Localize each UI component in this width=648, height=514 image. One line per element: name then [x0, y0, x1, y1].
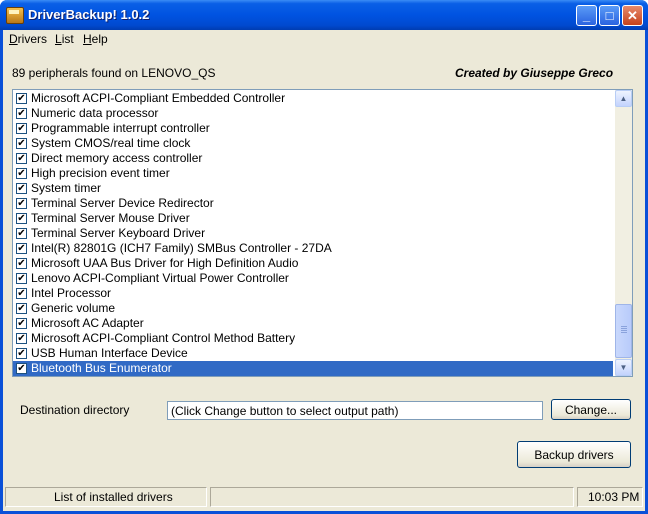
- driver-row[interactable]: ✔ Microsoft UAA Bus Driver for High Defin…: [13, 256, 613, 271]
- driver-row[interactable]: ✔ Numeric data processor: [13, 106, 613, 121]
- driver-label: Programmable interrupt controller: [31, 121, 210, 135]
- driver-row[interactable]: ✔ System timer: [13, 181, 613, 196]
- destination-path-input[interactable]: [167, 401, 543, 420]
- author-credit: Created by Giuseppe Greco: [455, 66, 614, 80]
- driver-row[interactable]: ✔ USB Human Interface Device: [13, 346, 613, 361]
- check-icon[interactable]: ✔: [16, 348, 27, 359]
- check-icon[interactable]: ✔: [16, 228, 27, 239]
- title-bar[interactable]: DriverBackup! 1.0.2 _ □ ✕: [0, 0, 648, 30]
- close-icon[interactable]: ✕: [622, 5, 643, 26]
- driver-label: Microsoft ACPI-Compliant Embedded Contro…: [31, 91, 286, 105]
- driver-row[interactable]: ✔ Terminal Server Mouse Driver: [13, 211, 613, 226]
- driver-row[interactable]: ✔ Direct memory access controller: [13, 151, 613, 166]
- driver-label: High precision event timer: [31, 166, 170, 180]
- driver-label: Microsoft ACPI-Compliant Control Method …: [31, 331, 296, 345]
- driver-label: Lenovo ACPI-Compliant Virtual Power Cont…: [31, 271, 289, 285]
- status-text: List of installed drivers: [5, 487, 207, 507]
- window-title: DriverBackup! 1.0.2: [28, 7, 150, 22]
- check-icon[interactable]: ✔: [16, 123, 27, 134]
- driver-row[interactable]: ✔ System CMOS/real time clock: [13, 136, 613, 151]
- driver-row[interactable]: ✔ Terminal Server Device Redirector: [13, 196, 613, 211]
- driver-row[interactable]: ✔ High precision event timer: [13, 166, 613, 181]
- driver-rows: ✔ Microsoft ACPI-Compliant Embedded Contr…: [13, 91, 613, 376]
- driver-label: Numeric data processor: [31, 106, 159, 120]
- scroll-thumb[interactable]: [615, 304, 632, 358]
- check-icon[interactable]: ✔: [16, 183, 27, 194]
- check-icon[interactable]: ✔: [16, 168, 27, 179]
- driver-label: Terminal Server Mouse Driver: [31, 211, 190, 225]
- driver-label: Terminal Server Device Redirector: [31, 196, 214, 210]
- check-icon[interactable]: ✔: [16, 213, 27, 224]
- driver-list[interactable]: ✔ Microsoft ACPI-Compliant Embedded Contr…: [12, 89, 633, 377]
- check-icon[interactable]: ✔: [16, 303, 27, 314]
- driver-label: Bluetooth Bus Enumerator: [31, 361, 172, 375]
- status-bar: List of installed drivers 10:03 PM: [3, 485, 645, 508]
- check-icon[interactable]: ✔: [16, 273, 27, 284]
- status-clock: 10:03 PM: [577, 487, 643, 507]
- menu-drivers[interactable]: Drivers: [9, 32, 47, 46]
- check-icon[interactable]: ✔: [16, 198, 27, 209]
- peripherals-found-text: 89 peripherals found on LENOVO_QS: [12, 66, 216, 80]
- check-icon[interactable]: ✔: [16, 243, 27, 254]
- driver-label: Intel Processor: [31, 286, 112, 300]
- driver-label: Terminal Server Keyboard Driver: [31, 226, 206, 240]
- scroll-up-icon[interactable]: ▲: [615, 90, 632, 107]
- driver-label: Microsoft UAA Bus Driver for High Defini…: [31, 256, 299, 270]
- menu-list[interactable]: List: [55, 32, 74, 46]
- backup-drivers-button[interactable]: Backup drivers: [517, 441, 631, 468]
- check-icon[interactable]: ✔: [16, 108, 27, 119]
- check-icon[interactable]: ✔: [16, 318, 27, 329]
- check-icon[interactable]: ✔: [16, 363, 27, 374]
- menu-help[interactable]: Help: [83, 32, 108, 46]
- check-icon[interactable]: ✔: [16, 138, 27, 149]
- driver-row[interactable]: ✔ Generic volume: [13, 301, 613, 316]
- driver-row[interactable]: ✔ Microsoft ACPI-Compliant Embedded Contr…: [13, 91, 613, 106]
- driver-label: Direct memory access controller: [31, 151, 203, 165]
- driver-row[interactable]: ✔ Programmable interrupt controller: [13, 121, 613, 136]
- scroll-down-icon[interactable]: ▼: [615, 359, 632, 376]
- minimize-icon[interactable]: _: [576, 5, 597, 26]
- menu-bar: Drivers List Help: [3, 30, 645, 48]
- driver-row[interactable]: ✔ Intel(R) 82801G (ICH7 Family) SMBus Con…: [13, 241, 613, 256]
- check-icon[interactable]: ✔: [16, 153, 27, 164]
- change-button[interactable]: Change...: [551, 399, 631, 420]
- maximize-icon[interactable]: □: [599, 5, 620, 26]
- check-icon[interactable]: ✔: [16, 288, 27, 299]
- app-icon[interactable]: [6, 7, 24, 24]
- check-icon[interactable]: ✔: [16, 93, 27, 104]
- driver-label: Generic volume: [31, 301, 116, 315]
- driver-row[interactable]: ✔ Bluetooth Bus Enumerator: [13, 361, 613, 376]
- check-icon[interactable]: ✔: [16, 333, 27, 344]
- driver-label: System CMOS/real time clock: [31, 136, 191, 150]
- driver-label: Microsoft AC Adapter: [31, 316, 144, 330]
- main-window: DriverBackup! 1.0.2 _ □ ✕ Drivers List H…: [0, 0, 648, 514]
- status-middle: [210, 487, 574, 507]
- driver-label: USB Human Interface Device: [31, 346, 188, 360]
- driver-row[interactable]: ✔ Microsoft ACPI-Compliant Control Method…: [13, 331, 613, 346]
- list-scrollbar[interactable]: ▲ ▼: [615, 90, 632, 376]
- destination-label: Destination directory: [20, 403, 130, 417]
- driver-row[interactable]: ✔ Intel Processor: [13, 286, 613, 301]
- driver-row[interactable]: ✔ Terminal Server Keyboard Driver: [13, 226, 613, 241]
- driver-row[interactable]: ✔ Lenovo ACPI-Compliant Virtual Power Con…: [13, 271, 613, 286]
- driver-row[interactable]: ✔ Microsoft AC Adapter: [13, 316, 613, 331]
- driver-label: Intel(R) 82801G (ICH7 Family) SMBus Cont…: [31, 241, 332, 255]
- check-icon[interactable]: ✔: [16, 258, 27, 269]
- driver-label: System timer: [31, 181, 102, 195]
